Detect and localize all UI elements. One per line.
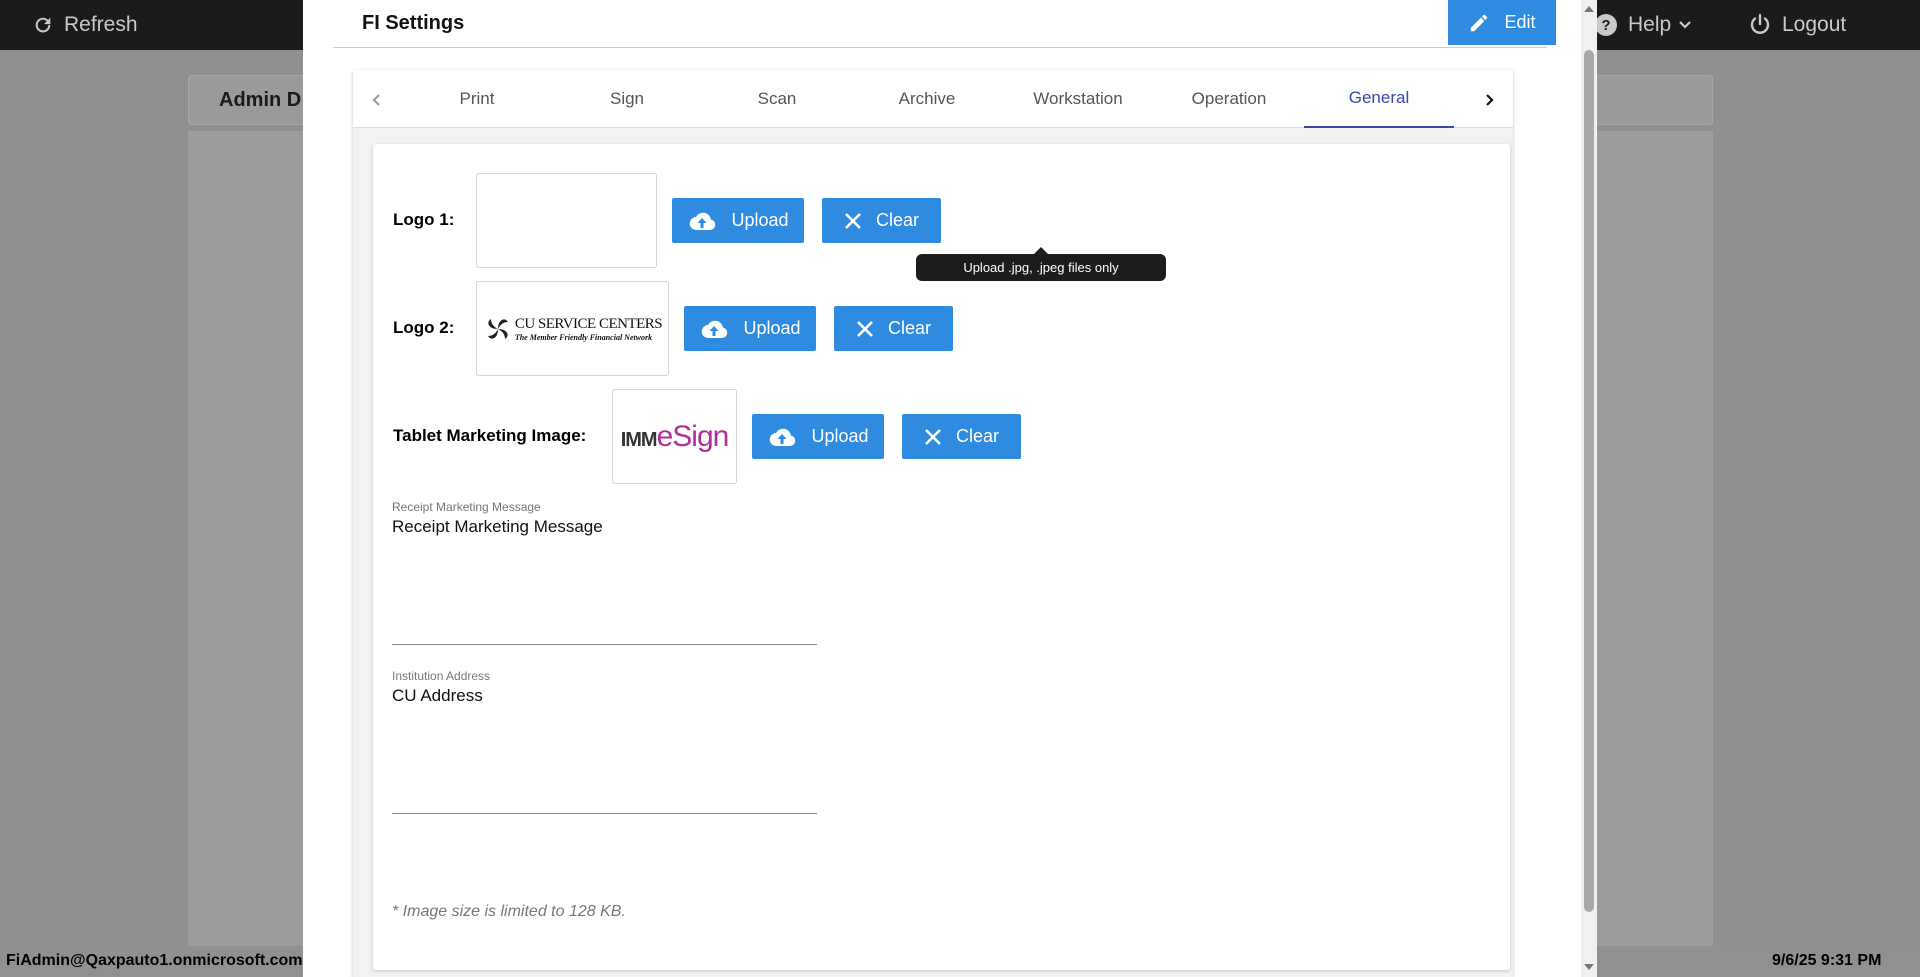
institution-address-field[interactable]: CU Address — [392, 686, 812, 786]
edit-label: Edit — [1504, 12, 1536, 32]
institution-address-label: Institution Address — [392, 669, 491, 683]
scroll-up-arrow-icon[interactable] — [1583, 4, 1595, 14]
tablet-upload-button[interactable]: Upload — [752, 414, 884, 459]
tab-operation[interactable]: Operation — [1154, 70, 1304, 128]
chevron-left-icon — [372, 94, 380, 106]
close-icon — [845, 212, 861, 229]
pinwheel-icon — [487, 318, 508, 339]
logo1-clear-label: Clear — [875, 210, 919, 230]
tablet-clear-label: Clear — [955, 426, 999, 446]
esign-logo-text: eSign — [656, 419, 730, 453]
admin-panel-title: Admin D — [219, 89, 302, 111]
logo1-upload-button[interactable]: Upload — [672, 198, 804, 243]
tab-archive[interactable]: Archive — [852, 70, 1002, 128]
pencil-icon — [1471, 14, 1488, 31]
logo1-preview — [476, 173, 657, 268]
logo2-label: Logo 2: — [393, 318, 455, 337]
refresh-icon — [35, 17, 51, 33]
tab-scan[interactable]: Scan — [702, 70, 852, 128]
power-icon — [1750, 13, 1770, 34]
cloud-upload-icon — [690, 212, 716, 230]
close-icon — [857, 320, 873, 337]
close-icon — [925, 428, 941, 445]
logout-label: Logout — [1782, 13, 1847, 36]
tab-general[interactable]: General — [1304, 70, 1454, 128]
logo2-upload-button[interactable]: Upload — [684, 306, 816, 351]
cloud-upload-icon — [770, 428, 796, 446]
help-menu[interactable]: ? Help — [1594, 0, 1693, 50]
help-label: Help — [1628, 13, 1672, 36]
tab-print[interactable]: Print — [402, 70, 552, 128]
cu-logo-tagline: The Member Friendly Financial Network — [514, 332, 653, 342]
modal-header — [333, 0, 1547, 48]
chevron-down-icon — [1679, 21, 1691, 29]
scroll-down-arrow-icon[interactable] — [1583, 962, 1595, 972]
edit-button[interactable]: Edit — [1448, 0, 1556, 45]
cloud-upload-icon — [702, 320, 728, 338]
logo1-upload-label: Upload — [731, 210, 789, 230]
status-user: FiAdmin@Qaxpauto1.onmicrosoft.com — [6, 952, 303, 969]
chevron-right-icon — [1486, 94, 1494, 106]
tab-sign[interactable]: Sign — [552, 70, 702, 128]
logo1-clear-button[interactable]: Clear — [822, 198, 941, 243]
refresh-label: Refresh — [64, 13, 138, 36]
imm-esign-logo: IMM eSign — [620, 419, 730, 454]
cu-logo-name: CU SERVICE CENTERS — [514, 315, 663, 332]
logo2-clear-button[interactable]: Clear — [834, 306, 953, 351]
settings-card: Print Sign Scan Archive Workstation Oper… — [353, 70, 1513, 977]
tablet-upload-label: Upload — [811, 426, 869, 446]
tab-bar: Print Sign Scan Archive Workstation Oper… — [353, 70, 1513, 128]
logout-button[interactable]: Logout — [1748, 0, 1846, 50]
help-icon: ? — [1595, 14, 1617, 36]
logo2-preview: CU SERVICE CENTERS The Member Friendly F… — [476, 281, 669, 376]
upload-tooltip: Upload .jpg, .jpeg files only — [916, 247, 1166, 281]
image-size-note: * Image size is limited to 128 KB. — [392, 903, 626, 920]
modal-title: FI Settings — [362, 12, 465, 34]
institution-address-underline — [392, 813, 817, 814]
refresh-button[interactable]: Refresh — [32, 0, 138, 50]
tablet-image-preview: IMM eSign — [612, 389, 737, 484]
tablet-clear-button[interactable]: Clear — [902, 414, 1021, 459]
tab-workstation[interactable]: Workstation — [1003, 70, 1153, 128]
tablet-image-label: Tablet Marketing Image: — [393, 426, 587, 445]
receipt-message-underline — [392, 644, 817, 645]
receipt-message-label: Receipt Marketing Message — [392, 500, 541, 514]
cu-service-centers-logo: CU SERVICE CENTERS The Member Friendly F… — [483, 314, 663, 344]
tab-scroll-left-button[interactable] — [365, 88, 389, 112]
fi-settings-modal: FI Settings Edit Print Sign Scan Archive… — [303, 0, 1597, 977]
imm-logo-text: IMM — [620, 428, 658, 451]
svg-text:?: ? — [1601, 17, 1610, 34]
logo2-clear-label: Clear — [887, 318, 931, 338]
logo2-upload-label: Upload — [743, 318, 801, 338]
tab-scroll-right-button[interactable] — [1477, 88, 1501, 112]
logo1-label: Logo 1: — [393, 210, 455, 229]
status-datetime: 9/6/25 9:31 PM — [1772, 952, 1882, 969]
modal-scroll-thumb[interactable] — [1584, 50, 1594, 912]
receipt-message-field[interactable]: Receipt Marketing Message — [392, 517, 812, 617]
